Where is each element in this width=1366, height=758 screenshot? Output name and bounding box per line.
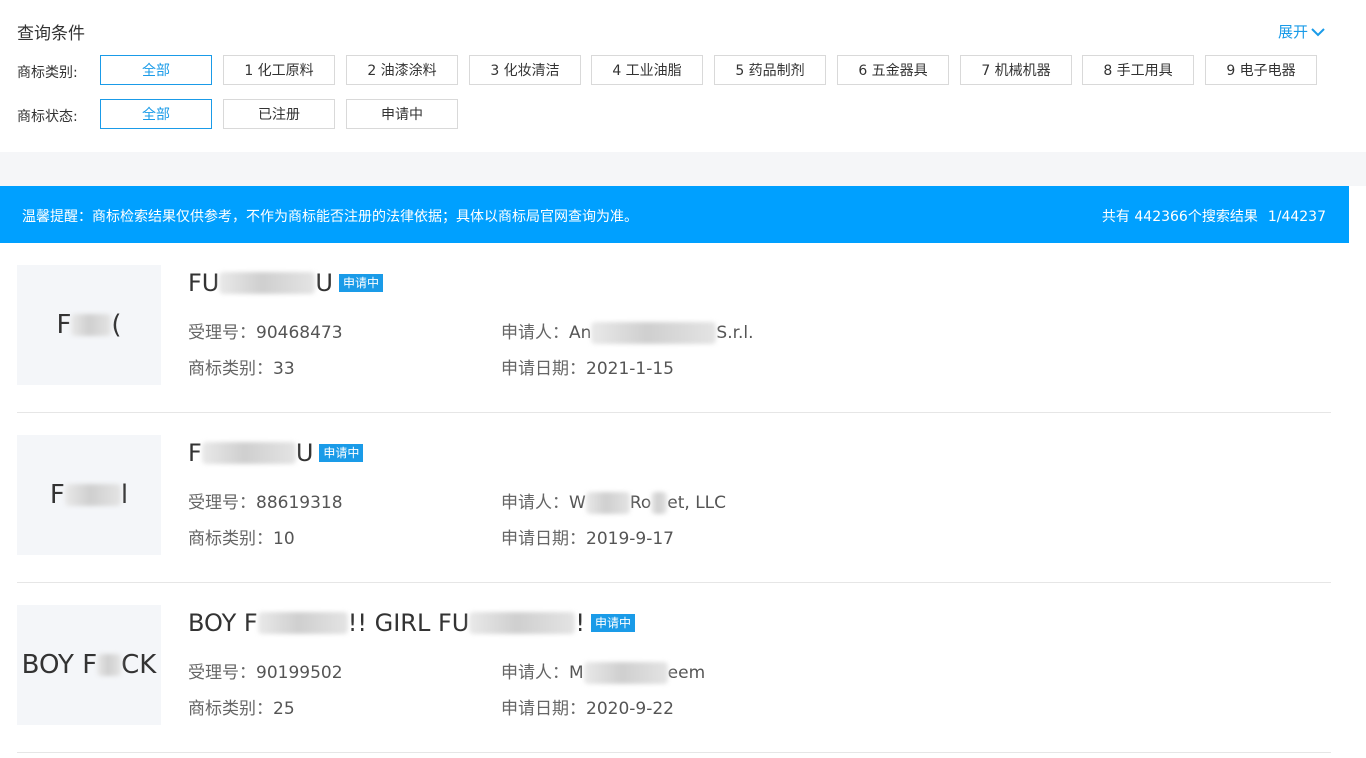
category-chip-9[interactable]: 9 电子电器 [1205, 55, 1317, 85]
redacted-blur [469, 612, 576, 634]
redacted-blur [583, 662, 668, 684]
category-chip-5[interactable]: 5 药品制剂 [714, 55, 826, 85]
redacted-blur [201, 442, 296, 464]
expand-label: 展开 [1277, 23, 1308, 41]
result-item[interactable]: Fl FU 申请中 受理号：88619318 商标类别：10 申请人：W Ro et… [17, 413, 1331, 583]
section-divider [0, 152, 1366, 186]
chevron-down-icon [1311, 27, 1325, 36]
redacted-blur [71, 314, 112, 336]
redacted-blur [585, 492, 630, 514]
category-chip-4[interactable]: 4 工业油脂 [591, 55, 703, 85]
status-badge: 申请中 [338, 274, 383, 292]
category-filter-label: 商标类别: [17, 65, 78, 81]
application-date: 申请日期：2021-1-15 [501, 359, 674, 379]
filter-panel: 查询条件 展开 商标类别: 全部 1 化工原料 2 油漆涂料 3 化妆清洁 4 … [0, 0, 1349, 152]
count-value: 442366 [1134, 209, 1188, 225]
count-prefix: 共有 [1101, 209, 1135, 225]
application-number: 受理号：90468473 [188, 323, 343, 343]
redacted-blur [64, 484, 121, 506]
category-chip-3[interactable]: 3 化妆清洁 [469, 55, 581, 85]
category-chip-all[interactable]: 全部 [100, 55, 212, 85]
applicant: 申请人：W Ro et, LLC [501, 492, 727, 514]
trademark-category: 商标类别：33 [188, 359, 295, 379]
application-number: 受理号：90199502 [188, 663, 343, 683]
result-item[interactable]: F( FU U 申请中 受理号：90468473 商标类别：33 申请人：An S.… [17, 243, 1331, 413]
status-badge: 申请中 [590, 614, 635, 632]
category-chip-7[interactable]: 7 机械机器 [960, 55, 1072, 85]
status-filter-label: 商标状态: [17, 109, 78, 125]
applicant: 申请人：M eem [501, 662, 706, 684]
category-chip-2[interactable]: 2 油漆涂料 [346, 55, 458, 85]
category-chip-8[interactable]: 8 手工用具 [1082, 55, 1194, 85]
category-chip-1[interactable]: 1 化工原料 [223, 55, 335, 85]
status-chip-registered[interactable]: 已注册 [223, 99, 335, 129]
application-date: 申请日期：2019-9-17 [501, 529, 674, 549]
trademark-name[interactable]: BOY F!! GIRL FU! 申请中 [188, 609, 635, 637]
trademark-name[interactable]: FU U 申请中 [188, 269, 383, 297]
notice-bar: 温馨提醒：商标检索结果仅供参考，不作为商标能否注册的法律依据；具体以商标局官网查… [0, 186, 1349, 243]
redacted-blur [97, 654, 122, 676]
redacted-blur [651, 492, 668, 514]
redacted-blur [591, 322, 717, 344]
redacted-blur [257, 612, 348, 634]
applicant: 申请人：An S.r.l. [501, 322, 754, 344]
trademark-category: 商标类别：25 [188, 699, 295, 719]
result-list: F( FU U 申请中 受理号：90468473 商标类别：33 申请人：An S.… [17, 243, 1331, 753]
expand-toggle[interactable]: 展开 [1278, 21, 1325, 42]
application-date: 申请日期：2020-9-22 [501, 699, 674, 719]
trademark-category: 商标类别：10 [188, 529, 295, 549]
filter-title: 查询条件 [17, 24, 85, 44]
count-suffix: 个搜索结果 [1187, 209, 1258, 225]
trademark-thumbnail[interactable]: BOY F CK [17, 605, 161, 725]
trademark-thumbnail[interactable]: F( [17, 265, 161, 385]
trademark-name[interactable]: FU 申请中 [188, 439, 364, 467]
redacted-blur [219, 272, 316, 294]
trademark-thumbnail[interactable]: Fl [17, 435, 161, 555]
result-item[interactable]: BOY F CK BOY F!! GIRL FU! 申请中 受理号：9019950… [17, 583, 1331, 753]
notice-text: 温馨提醒：商标检索结果仅供参考，不作为商标能否注册的法律依据；具体以商标局官网查… [22, 209, 638, 225]
status-chip-all[interactable]: 全部 [100, 99, 212, 129]
category-chip-6[interactable]: 6 五金器具 [837, 55, 949, 85]
page-indicator: 1/44237 [1267, 209, 1326, 225]
result-count: 共有 442366个搜索结果 1/44237 [1102, 206, 1326, 226]
application-number: 受理号：88619318 [188, 493, 343, 513]
status-chip-pending[interactable]: 申请中 [346, 99, 458, 129]
status-badge: 申请中 [319, 444, 364, 462]
